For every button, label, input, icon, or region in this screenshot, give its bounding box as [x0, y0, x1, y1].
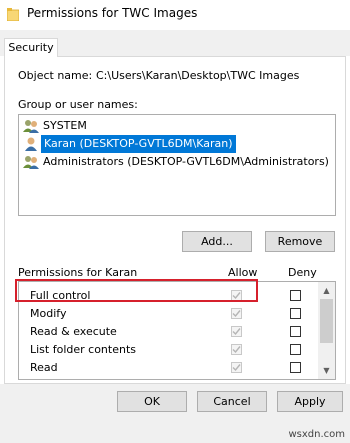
remove-button[interactable]: Remove	[265, 231, 335, 252]
allow-checkbox[interactable]	[231, 344, 242, 355]
group-list-label: Group or user names:	[18, 98, 138, 111]
users-icon	[23, 156, 39, 169]
list-item-label: Karan (DESKTOP-GVTL6DM\Karan)	[41, 135, 236, 153]
title-bar[interactable]: Permissions for TWC Images	[0, 0, 350, 30]
allow-column-header: Allow	[228, 266, 258, 279]
cancel-button[interactable]: Cancel	[197, 391, 267, 412]
watermark: wsxdn.com	[288, 429, 345, 440]
list-item-karan[interactable]: Karan (DESKTOP-GVTL6DM\Karan)	[21, 135, 331, 153]
permission-row-full-control: Full control	[19, 287, 319, 305]
list-item-administrators[interactable]: Administrators (DESKTOP-GVTL6DM\Administ…	[21, 153, 331, 171]
list-item-label: Administrators (DESKTOP-GVTL6DM\Administ…	[43, 155, 329, 168]
permission-name: Read & execute	[30, 325, 117, 338]
window-title: Permissions for TWC Images	[27, 6, 198, 20]
allow-checkbox[interactable]	[231, 290, 242, 301]
user-icon	[25, 137, 37, 151]
group-user-list[interactable]: SYSTEM Karan (DESKTOP-GVTL6DM\Karan) Adm…	[18, 114, 336, 216]
list-item-label: SYSTEM	[43, 119, 87, 132]
permission-name: Modify	[30, 307, 67, 320]
apply-button[interactable]: Apply	[277, 391, 343, 412]
tab-security[interactable]: Security	[4, 38, 58, 57]
permissions-label: Permissions for Karan	[18, 266, 138, 279]
scroll-down-icon[interactable]: ▼	[318, 362, 335, 379]
list-item-system[interactable]: SYSTEM	[21, 117, 331, 135]
permission-row-read-execute: Read & execute	[19, 323, 319, 341]
permission-name: List folder contents	[30, 343, 136, 356]
allow-checkbox[interactable]	[231, 326, 242, 337]
permission-row-modify: Modify	[19, 305, 319, 323]
folder-icon	[7, 8, 19, 21]
allow-checkbox[interactable]	[231, 362, 242, 373]
deny-checkbox[interactable]	[290, 362, 301, 373]
permission-row-list-folder-contents: List folder contents	[19, 341, 319, 359]
permissions-scrollbar[interactable]: ▲ ▼	[318, 282, 335, 379]
ok-button[interactable]: OK	[117, 391, 187, 412]
permission-row-read: Read	[19, 359, 319, 377]
deny-checkbox[interactable]	[290, 308, 301, 319]
object-name-value: C:\Users\Karan\Desktop\TWC Images	[96, 69, 300, 82]
deny-checkbox[interactable]	[290, 344, 301, 355]
scroll-up-icon[interactable]: ▲	[318, 282, 335, 299]
permission-name: Read	[30, 361, 58, 374]
object-name-label: Object name:	[18, 69, 93, 82]
allow-checkbox[interactable]	[231, 308, 242, 319]
users-icon	[23, 120, 39, 133]
add-button[interactable]: Add...	[182, 231, 252, 252]
scroll-thumb[interactable]	[320, 299, 333, 343]
deny-checkbox[interactable]	[290, 326, 301, 337]
permissions-list[interactable]: Full control Modify Read & execute List …	[18, 281, 336, 380]
deny-checkbox[interactable]	[290, 290, 301, 301]
deny-column-header: Deny	[288, 266, 317, 279]
permission-name: Full control	[30, 289, 91, 302]
